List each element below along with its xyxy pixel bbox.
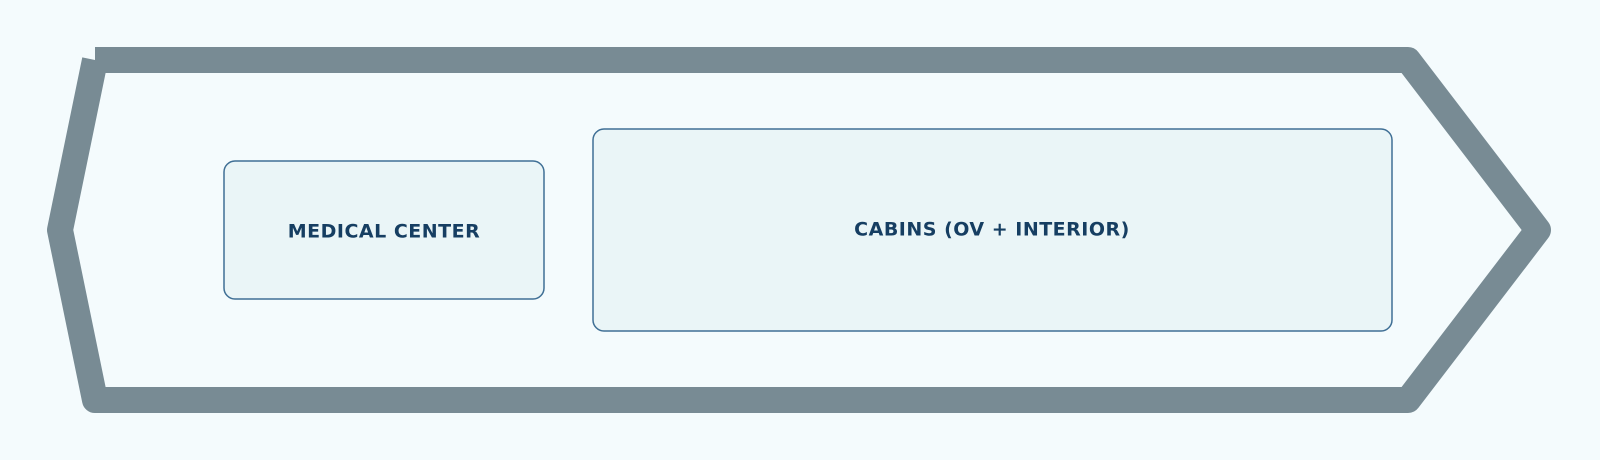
ship-layout-diagram: MEDICAL CENTER CABINS (OV + INTERIOR)	[0, 0, 1600, 460]
medical-center-label: MEDICAL CENTER	[288, 221, 481, 243]
cabins-label: CABINS (OV + INTERIOR)	[854, 219, 1130, 241]
